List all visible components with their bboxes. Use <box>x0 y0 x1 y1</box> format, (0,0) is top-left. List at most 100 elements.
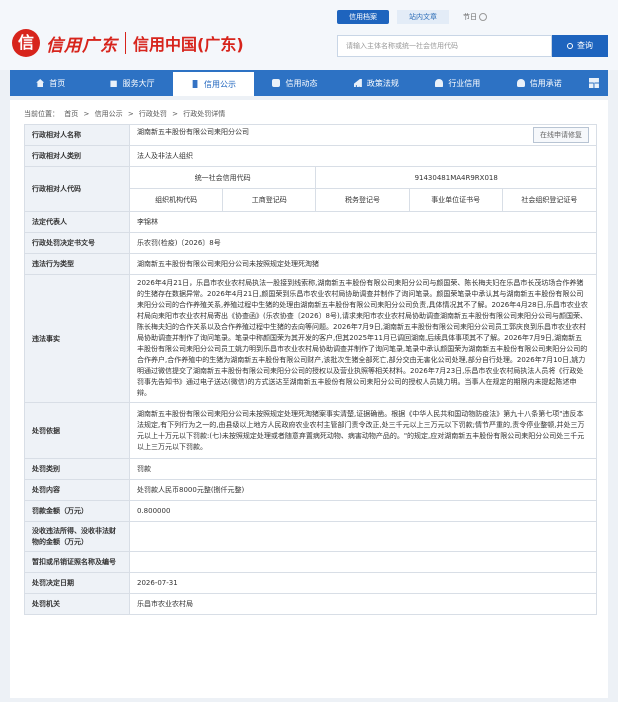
nav-item-label: 信用公示 <box>204 79 237 89</box>
table-row: 行政相对人代码 统一社会信用代码 91430481MA4R9RX018 组织机构… <box>24 166 597 212</box>
home-icon <box>36 79 45 87</box>
field-label: 行政相对人代码 <box>24 166 130 212</box>
logo-calligraphy: 信用广东 <box>46 35 118 56</box>
logo-divider <box>125 32 126 54</box>
field-value: 处罚款人民币8000元整(捌仟元整) <box>129 479 597 501</box>
nav-item-more[interactable] <box>580 70 608 96</box>
code-subheader: 事业单位证书号 <box>410 189 503 211</box>
table-row: 违法行为类型 湖南新五丰股份有限公司耒阳分公司未按照规定处理死淘猪 <box>24 253 597 275</box>
field-value: 罚款 <box>129 458 597 480</box>
field-label: 暂扣或吊销证照名称及编号 <box>24 551 130 573</box>
code-subheader: 工商登记码 <box>223 189 317 211</box>
field-value: 乐昌市农业农村局 <box>129 593 597 615</box>
table-row: 处罚类别 罚款 <box>24 458 597 480</box>
nav-item-credit-commitment[interactable]: 信用承诺 <box>499 70 580 96</box>
nav-item-label: 信用动态 <box>285 78 318 88</box>
nav-item-credit-publicity[interactable]: 信用公示 <box>172 70 255 96</box>
watermark: 齐 齐鲁晚报 | 齐鲁壹点 <box>463 674 603 696</box>
breadcrumb-prefix: 当前位置： <box>24 110 59 118</box>
field-label: 没收违法所得、没收非法财物的金额（万元） <box>24 521 130 552</box>
field-value: 统一社会信用代码 91430481MA4R9RX018 组织机构代码 工商登记码… <box>129 166 597 212</box>
apply-repair-button[interactable]: 在线申请修复 <box>533 127 589 143</box>
person-icon <box>516 79 525 87</box>
breadcrumb-separator: > <box>127 110 134 118</box>
field-value <box>129 521 597 552</box>
watermark-brand-a: 齐鲁晚报 <box>485 678 538 693</box>
code-subheader: 社会组织登记证号 <box>521 196 578 204</box>
field-label: 处罚内容 <box>24 479 130 501</box>
table-row: 行政相对人名称 湖南新五丰股份有限公司耒阳分公司 在线申请修复 <box>24 124 597 146</box>
table-row: 行政相对人类别 法人及非法人组织 <box>24 145 597 167</box>
nav-item-policies[interactable]: 政策法规 <box>336 70 417 96</box>
field-value: 湖南新五丰股份有限公司耒阳分公司未按照规定处理死淘猪案事实清楚,证据确凿。根据《… <box>129 402 597 459</box>
table-row: 处罚依据 湖南新五丰股份有限公司耒阳分公司未按照规定处理死淘猪案事实清楚,证据确… <box>24 402 597 459</box>
site-header: 信 信用广东 信用中国(广东) 信用档案 站内文章 节日 请输入主体名称或统一社… <box>0 0 618 70</box>
code-header-value: 91430481MA4R9RX018 <box>316 167 596 189</box>
field-value: 2026-07-31 <box>129 572 597 594</box>
top-link-credit-archive[interactable]: 信用档案 <box>337 10 389 24</box>
breadcrumb-item-current: 行政处罚详情 <box>183 110 226 118</box>
field-label: 处罚决定日期 <box>24 572 130 594</box>
field-label: 行政相对人名称 <box>24 124 130 146</box>
field-value: 湖南新五丰股份有限公司耒阳分公司 在线申请修复 <box>129 124 597 146</box>
breadcrumb-item-home[interactable]: 首页 <box>64 110 78 118</box>
table-row: 处罚决定日期 2026-07-31 <box>24 572 597 594</box>
field-label: 处罚机关 <box>24 593 130 615</box>
field-label: 罚款金额（万元） <box>24 500 130 522</box>
field-value: 法人及非法人组织 <box>129 145 597 167</box>
watermark-brand-b: 齐鲁壹点 <box>551 678 604 693</box>
code-subheader: 税务登记号 <box>316 189 410 211</box>
code-grid: 统一社会信用代码 91430481MA4R9RX018 组织机构代码 工商登记码… <box>130 167 596 211</box>
nav-item-industry-credit[interactable]: 行业信用 <box>417 70 498 96</box>
field-label: 处罚类别 <box>24 458 130 480</box>
building-icon <box>110 80 117 87</box>
site-logo[interactable]: 信 信用广东 信用中国(广东) <box>12 28 244 58</box>
field-label: 处罚依据 <box>24 402 130 459</box>
party-name-value: 湖南新五丰股份有限公司耒阳分公司 <box>137 128 249 136</box>
table-row: 暂扣或吊销证照名称及编号 <box>24 551 597 573</box>
top-link-site-articles[interactable]: 站内文章 <box>397 10 449 24</box>
field-value: 2026年4月21日，乐昌市农业农村局执法一股接到线索称,湖南新五丰股份有限公司… <box>129 274 597 403</box>
nav-item-label: 行业信用 <box>448 78 481 88</box>
breadcrumb: 当前位置： 首页 > 信用公示 > 行政处罚 > 行政处罚详情 <box>24 109 228 119</box>
main-nav: 首页 服务大厅 信用公示 信用动态 政策法规 行业信用 信用承诺 <box>10 70 608 96</box>
breadcrumb-item-credit-publicity[interactable]: 信用公示 <box>95 110 123 118</box>
search-input[interactable]: 请输入主体名称或统一社会信用代码 <box>337 35 552 57</box>
nav-item-label: 首页 <box>49 78 66 88</box>
table-row: 没收违法所得、没收非法财物的金额（万元） <box>24 521 597 552</box>
table-row: 处罚机关 乐昌市农业农村局 <box>24 593 597 615</box>
field-label: 违法事实 <box>24 274 130 403</box>
watermark-seal-icon: 齐 <box>463 676 481 694</box>
breadcrumb-separator: > <box>83 110 90 118</box>
field-label: 行政处罚决定书文号 <box>24 232 130 254</box>
code-subheader: 组织机构代码 <box>130 189 224 211</box>
table-row: 行政处罚决定书文号 乐农罚(检疫)〔2026〕8号 <box>24 232 597 254</box>
breadcrumb-item-penalty[interactable]: 行政处罚 <box>139 110 167 118</box>
detail-panel: 当前位置： 首页 > 信用公示 > 行政处罚 > 行政处罚详情 行政相对人名称 … <box>10 100 608 698</box>
search-icon <box>567 43 573 49</box>
logo-seal-icon: 信 <box>12 29 40 57</box>
bell-icon <box>435 79 444 87</box>
breadcrumb-separator: > <box>172 110 179 118</box>
field-value: 乐农罚(检疫)〔2026〕8号 <box>129 232 597 254</box>
top-links: 信用档案 站内文章 节日 <box>337 10 487 24</box>
code-header-label: 统一社会信用代码 <box>130 167 317 189</box>
logo-site-name: 信用中国(广东) <box>133 35 244 54</box>
nav-item-service-hall[interactable]: 服务大厅 <box>91 70 172 96</box>
field-label: 法定代表人 <box>24 211 130 233</box>
table-row: 罚款金额（万元） 0.800000 <box>24 500 597 522</box>
nav-item-credit-news[interactable]: 信用动态 <box>254 70 335 96</box>
top-link-truncated[interactable]: 节日 <box>463 12 487 22</box>
nav-item-label: 服务大厅 <box>122 78 155 88</box>
field-value <box>129 551 597 573</box>
penalty-detail-table: 行政相对人名称 湖南新五丰股份有限公司耒阳分公司 在线申请修复 行政相对人类别 法… <box>24 124 597 615</box>
watermark-divider: | <box>542 679 547 691</box>
document-icon <box>192 80 198 88</box>
grid-icon <box>588 78 599 88</box>
search-button-label: 查询 <box>577 41 593 50</box>
field-value: 李锦林 <box>129 211 597 233</box>
field-value: 湖南新五丰股份有限公司耒阳分公司未按照规定处理死淘猪 <box>129 253 597 275</box>
nav-item-home[interactable]: 首页 <box>10 70 91 96</box>
search-button[interactable]: 查询 <box>552 35 608 57</box>
field-label: 违法行为类型 <box>24 253 130 275</box>
